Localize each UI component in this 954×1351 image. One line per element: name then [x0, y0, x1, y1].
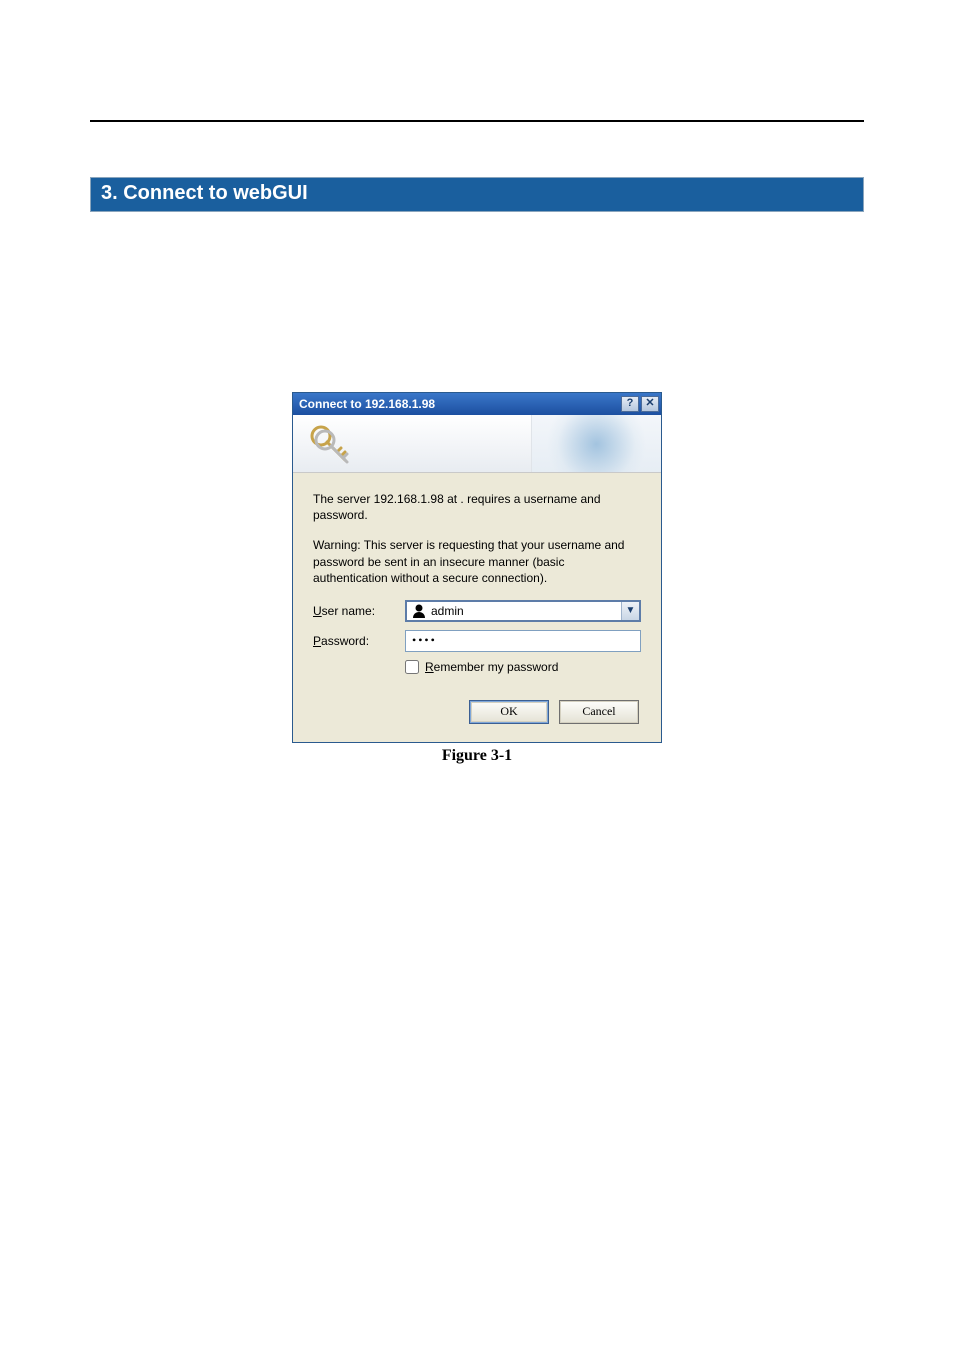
- remember-checkbox[interactable]: [405, 660, 419, 674]
- cancel-button[interactable]: Cancel: [559, 700, 639, 724]
- username-combo[interactable]: admin ▼: [405, 600, 641, 622]
- username-value: admin: [431, 604, 621, 618]
- dialog-banner: [293, 415, 661, 473]
- warning-message: Warning: This server is requesting that …: [313, 537, 641, 586]
- keys-icon: [307, 422, 351, 466]
- figure-caption: Figure 3-1: [292, 747, 662, 765]
- dialog-titlebar: Connect to 192.168.1.98 ? ✕: [293, 393, 661, 415]
- remember-label: Remember my password: [425, 660, 558, 674]
- dialog-title: Connect to 192.168.1.98: [299, 397, 621, 411]
- close-button[interactable]: ✕: [641, 396, 659, 412]
- banner-artwork: [531, 415, 661, 473]
- username-dropdown-button[interactable]: ▼: [621, 602, 639, 620]
- server-message: The server 192.168.1.98 at . requires a …: [313, 491, 641, 523]
- ok-button[interactable]: OK: [469, 700, 549, 724]
- auth-dialog: Connect to 192.168.1.98 ? ✕: [292, 392, 662, 743]
- page-rule: [90, 120, 864, 122]
- help-button[interactable]: ?: [621, 396, 639, 412]
- section-heading: 3. Connect to webGUI: [90, 177, 864, 212]
- username-label: User name:: [313, 604, 405, 618]
- password-label: Password:: [313, 634, 405, 648]
- password-field[interactable]: [405, 630, 641, 652]
- user-icon: [411, 603, 427, 619]
